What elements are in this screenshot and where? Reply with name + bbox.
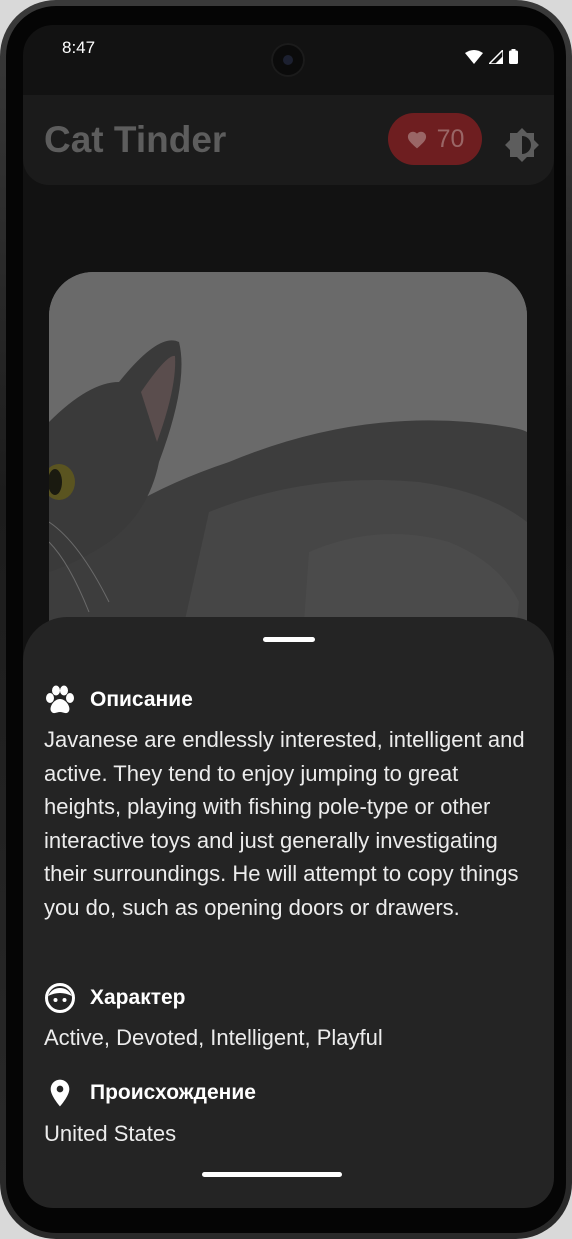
device-frame: 8:47 Cat Tinder 70 Описание Javanese are… [0,0,572,1239]
signal-icon [489,49,503,64]
app-bar: Cat Tinder 70 [23,95,554,185]
face-icon [45,983,75,1013]
location-pin-icon [50,1079,70,1107]
status-icons [465,49,518,64]
description-header: Описание [44,685,193,715]
origin-header: Происхождение [44,1077,256,1109]
heart-icon [407,131,426,149]
likes-count: 70 [436,124,465,153]
temperament-header: Характер [44,982,186,1014]
status-time: 8:47 [62,38,96,57]
app-title: Cat Tinder [44,119,227,160]
description-text: Javanese are endlessly interested, intel… [44,727,525,920]
device-bezel: 8:47 Cat Tinder 70 Описание Javanese are… [6,6,566,1233]
likes-chip[interactable]: 70 [388,113,482,165]
front-camera [271,43,305,77]
wifi-icon [465,49,483,64]
brightness-icon [505,128,539,162]
description-title: Описание [90,688,193,711]
origin-title: Происхождение [90,1081,256,1104]
temperament-text: Active, Devoted, Intelligent, Playful [44,1025,383,1050]
paw-icon [46,685,74,714]
temperament-title: Характер [90,986,186,1009]
theme-toggle-button[interactable] [504,127,540,163]
details-sheet[interactable]: Описание Javanese are endlessly interest… [23,617,554,1208]
origin-text: United States [44,1121,177,1146]
home-indicator[interactable] [202,1172,342,1177]
battery-icon [509,49,518,64]
drag-handle[interactable] [263,637,315,642]
screen: 8:47 Cat Tinder 70 Описание Javanese are… [23,25,554,1208]
